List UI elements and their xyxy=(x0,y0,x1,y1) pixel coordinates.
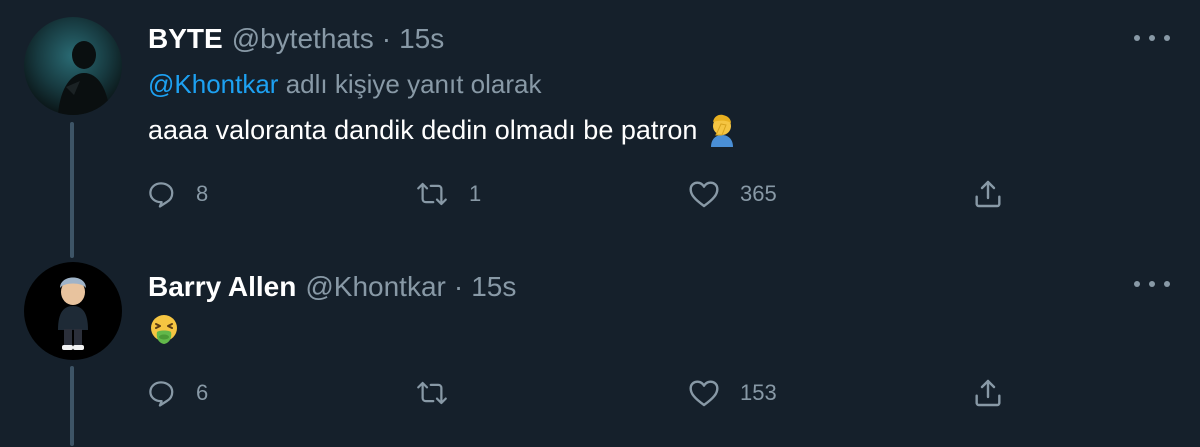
tweet[interactable]: Barry Allen @Khontkar · 15s 6 153 xyxy=(0,258,1200,447)
more-icon[interactable] xyxy=(1134,28,1170,48)
tweet-actions: 6 153 xyxy=(0,373,1200,413)
tweet-header: Barry Allen @Khontkar · 15s xyxy=(148,271,516,303)
timestamp[interactable]: 15s xyxy=(399,23,444,55)
reply-count: 8 xyxy=(196,181,209,206)
like-count: 153 xyxy=(740,380,777,405)
reply-button[interactable]: 6 xyxy=(146,373,208,413)
heart-icon xyxy=(689,181,719,208)
facepalm-emoji-icon xyxy=(707,113,737,147)
heart-icon xyxy=(689,380,719,407)
retweet-icon xyxy=(417,182,447,206)
retweet-count: 1 xyxy=(469,181,482,206)
display-name[interactable]: BYTE xyxy=(148,23,223,55)
retweet-button[interactable]: 1 xyxy=(415,174,481,214)
avatar[interactable] xyxy=(24,262,122,360)
share-button[interactable] xyxy=(972,373,1004,413)
like-count: 365 xyxy=(740,181,777,206)
tweet-header: BYTE @bytethats · 15s xyxy=(148,23,444,55)
like-button[interactable]: 153 xyxy=(688,373,777,413)
tweet-text: aaaa valoranta dandik dedin olmadı be pa… xyxy=(148,113,737,147)
handle[interactable]: @bytethats xyxy=(232,23,374,55)
share-icon xyxy=(975,379,1001,407)
separator-dot: · xyxy=(381,23,392,54)
avatar[interactable] xyxy=(24,17,122,115)
timestamp[interactable]: 15s xyxy=(471,271,516,303)
reply-icon xyxy=(149,182,174,208)
separator-dot: · xyxy=(453,271,464,302)
tweet-actions: 8 1 365 xyxy=(0,174,1200,214)
reply-button[interactable]: 8 xyxy=(146,174,208,214)
reply-context-text: adlı kişiye yanıt olarak xyxy=(278,69,542,99)
reply-icon xyxy=(149,381,174,407)
retweet-icon xyxy=(417,381,447,405)
vomiting-emoji-icon xyxy=(148,313,180,345)
reply-mention-link[interactable]: @Khontkar xyxy=(148,69,278,99)
tweet-text xyxy=(148,313,180,345)
reply-context: @Khontkar adlı kişiye yanıt olarak xyxy=(148,69,541,100)
share-button[interactable] xyxy=(972,174,1004,214)
reply-count: 6 xyxy=(196,380,209,405)
share-icon xyxy=(975,180,1001,208)
handle[interactable]: @Khontkar xyxy=(305,271,446,303)
tweet[interactable]: BYTE @bytethats · 15s @Khontkar adlı kiş… xyxy=(0,0,1200,258)
tweet-text-body: aaaa valoranta dandik dedin olmadı be pa… xyxy=(148,114,698,145)
retweet-button[interactable] xyxy=(415,373,469,413)
display-name[interactable]: Barry Allen xyxy=(148,271,296,303)
like-button[interactable]: 365 xyxy=(688,174,777,214)
more-icon[interactable] xyxy=(1134,274,1170,294)
